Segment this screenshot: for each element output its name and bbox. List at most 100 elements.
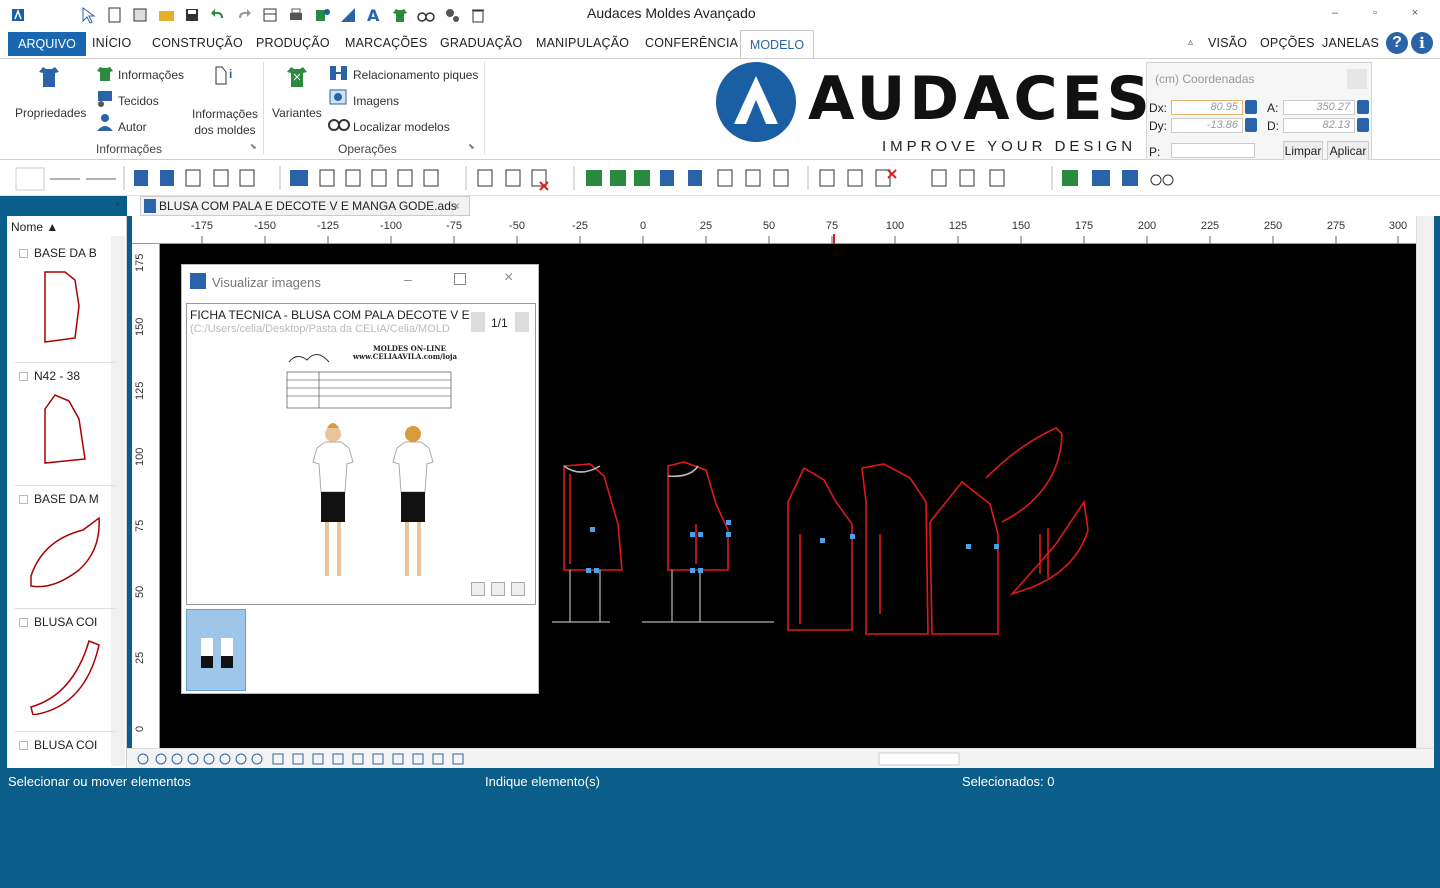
piece-checkbox[interactable] — [19, 618, 28, 628]
propriedades-button[interactable]: Propriedades — [15, 106, 86, 120]
tab-manipulacao[interactable]: MANIPULAÇÃO — [536, 36, 629, 50]
tab-producao[interactable]: PRODUÇÃO — [256, 36, 330, 50]
localizar-modelos-button[interactable]: Localizar modelos — [353, 120, 450, 134]
sort-up-icon: ▲ — [46, 220, 59, 234]
canvas-vertical-scrollbar[interactable] — [1416, 216, 1434, 748]
info-shirt-icon — [95, 64, 115, 87]
list-item[interactable]: BLUSA COI — [15, 609, 115, 732]
select-arrow-icon[interactable] — [78, 5, 98, 25]
list-item[interactable]: N42 - 38 — [15, 363, 115, 486]
piece-checkbox[interactable] — [19, 741, 28, 751]
dy-lock-icon[interactable] — [1245, 118, 1257, 132]
d-field[interactable]: 82.13 — [1283, 118, 1355, 133]
dx-lock-icon[interactable] — [1245, 100, 1257, 114]
a-field[interactable]: 350.27 — [1283, 100, 1355, 115]
plot-icon[interactable] — [312, 5, 332, 25]
status-middle: Indique elemento(s) — [485, 774, 600, 789]
document-tab[interactable]: BLUSA COM PALA E DECOTE V E MANGA GODE.a… — [140, 196, 470, 216]
tab-conferencia[interactable]: CONFERÊNCIA — [645, 36, 738, 50]
close-button[interactable]: × — [1400, 2, 1430, 24]
p-field[interactable] — [1171, 143, 1255, 158]
pin-icon[interactable]: ▫ — [116, 199, 120, 210]
name-column-header[interactable]: Nome ▲ — [11, 220, 58, 234]
tech-sheet-figure — [286, 354, 452, 576]
find-models-icon — [328, 114, 350, 135]
new-file-icon[interactable] — [104, 5, 124, 25]
save-icon[interactable] — [182, 5, 202, 25]
dialog-close-button[interactable]: × — [504, 269, 513, 287]
variantes-button[interactable]: Variantes — [272, 106, 322, 120]
image-preview: FICHA TECNICA - BLUSA COM PALA DECOTE V … — [186, 303, 536, 605]
zoom-fit-icon[interactable] — [471, 582, 485, 596]
relacionamento-piques-button[interactable]: Relacionamento piques — [353, 68, 478, 82]
tab-inicio[interactable]: INÍCIO — [92, 36, 131, 50]
redo-icon[interactable] — [234, 5, 254, 25]
folder-icon[interactable] — [156, 5, 176, 25]
coordinates-close-icon[interactable] — [1347, 69, 1367, 89]
piece-checkbox[interactable] — [19, 249, 28, 259]
pieces-panel: Nome ▲ BASE DA B N42 - 38 BASE DA M BLUS… — [7, 216, 127, 768]
delete-icon[interactable] — [468, 5, 488, 25]
text-icon[interactable]: A — [364, 5, 384, 25]
autor-button[interactable]: Autor — [118, 120, 147, 134]
list-item[interactable]: BASE DA M — [15, 486, 115, 609]
informacoes-moldes-button[interactable]: Informações dos moldes — [190, 106, 260, 138]
open-file-icon[interactable] — [130, 5, 150, 25]
group-separator — [263, 62, 264, 154]
d-lock-icon[interactable] — [1357, 118, 1369, 132]
limpar-button[interactable]: Limpar — [1283, 141, 1323, 161]
piece-label: N42 - 38 — [34, 369, 81, 383]
group-expand-icon[interactable]: ⬊ — [468, 142, 475, 151]
tab-modelo[interactable]: MODELO — [740, 30, 814, 58]
piece-checkbox[interactable] — [19, 372, 28, 382]
print-icon[interactable] — [286, 5, 306, 25]
list-item[interactable]: BLUSA COI — [15, 732, 115, 768]
tab-arquivo[interactable]: ARQUIVO — [8, 32, 86, 56]
ruler-icon[interactable] — [338, 5, 358, 25]
dy-field[interactable]: -13.86 — [1171, 118, 1243, 133]
shirt-icon[interactable] — [390, 5, 410, 25]
prev-image-button[interactable] — [471, 312, 485, 332]
model-back — [392, 426, 434, 576]
tab-construcao[interactable]: CONSTRUÇÃO — [152, 36, 243, 50]
list-item[interactable]: BASE DA B — [15, 240, 115, 363]
dialog-minimize-button[interactable]: – — [404, 271, 412, 287]
d-label: D: — [1267, 119, 1279, 133]
tab-marcacoes[interactable]: MARCAÇÕES — [345, 36, 427, 50]
group-separator — [484, 62, 485, 154]
toolbar-icons[interactable] — [0, 160, 1440, 196]
help-icon[interactable]: ? — [1386, 32, 1408, 54]
layout-icon[interactable] — [260, 5, 280, 25]
piece-checkbox[interactable] — [19, 495, 28, 505]
a-lock-icon[interactable] — [1357, 100, 1369, 114]
piece-label: BLUSA COI — [34, 738, 98, 752]
dialog-maximize-button[interactable] — [454, 273, 466, 285]
menu-janelas[interactable]: JANELAS — [1322, 36, 1379, 50]
restore-button[interactable]: ▫ — [1360, 2, 1390, 24]
status-left: Selecionar ou mover elementos — [8, 774, 191, 789]
audaces-logo-mark — [716, 62, 796, 142]
status-selected: Selecionados: 0 — [962, 774, 1055, 789]
settings-icon[interactable] — [442, 5, 462, 25]
image-thumbnail[interactable] — [186, 609, 246, 691]
informacoes-button[interactable]: Informações — [118, 68, 184, 82]
collapse-ribbon-icon[interactable]: ▵ — [1188, 37, 1193, 48]
tab-graduacao[interactable]: GRADUAÇÃO — [440, 36, 522, 50]
binoculars-icon[interactable] — [416, 5, 436, 25]
undo-icon[interactable] — [208, 5, 228, 25]
menu-visao[interactable]: VISÃO — [1208, 36, 1247, 50]
menu-opcoes[interactable]: OPÇÕES — [1260, 36, 1315, 50]
zoom-out-icon[interactable] — [511, 582, 525, 596]
group-expand-icon[interactable]: ⬊ — [250, 142, 257, 151]
next-image-button[interactable] — [515, 312, 529, 332]
minimize-button[interactable]: – — [1320, 2, 1350, 24]
imagens-button[interactable]: Imagens — [353, 94, 399, 108]
document-close-icon[interactable]: × — [453, 197, 460, 215]
image-viewer-dialog[interactable]: Visualizar imagens – × FICHA TECNICA - B… — [181, 264, 539, 694]
info-icon[interactable]: i — [1411, 32, 1433, 54]
view-toolbar-icons[interactable] — [127, 749, 1434, 769]
tecidos-button[interactable]: Tecidos — [118, 94, 159, 108]
aplicar-button[interactable]: Aplicar — [1327, 141, 1369, 161]
dx-field[interactable]: 80.95 — [1171, 100, 1243, 115]
zoom-in-icon[interactable] — [491, 582, 505, 596]
